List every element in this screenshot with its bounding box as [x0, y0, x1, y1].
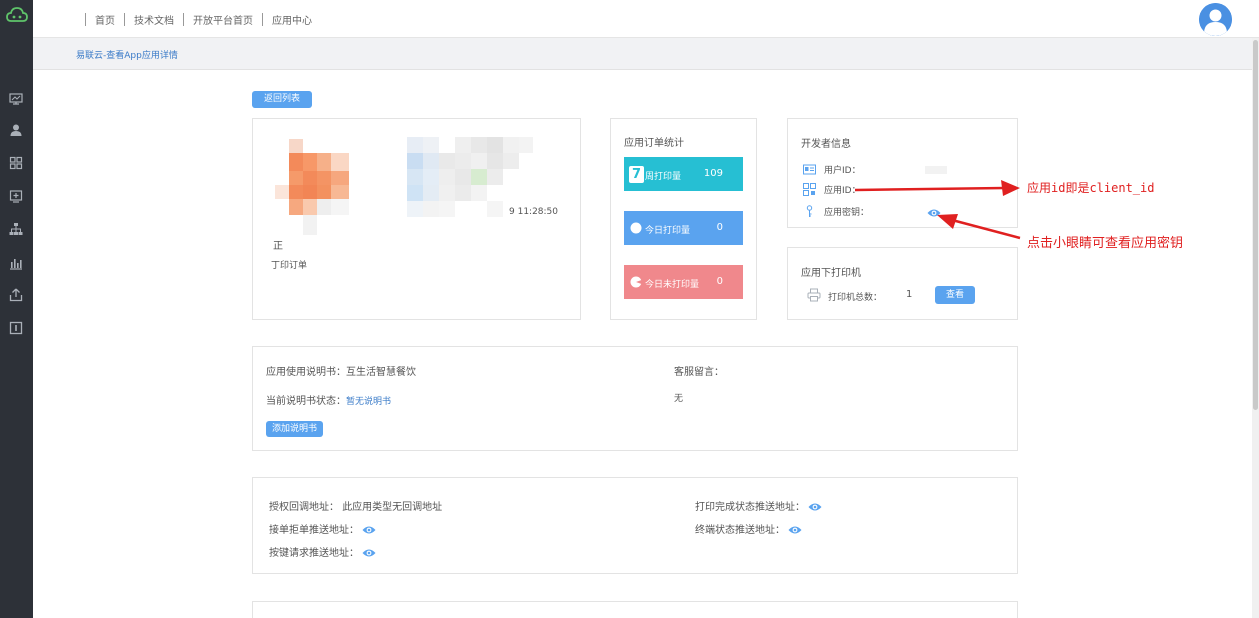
- app-name-fragment: 正: [273, 241, 283, 252]
- monitor-icon[interactable]: [9, 92, 23, 106]
- terminal-callback: 终端状态推送地址：: [695, 521, 802, 536]
- order-stats-title: 应用订单统计: [624, 138, 684, 149]
- breadcrumb-bar: 易联云-查看App应用详情: [33, 38, 1259, 70]
- today-unprinted-value: 0: [716, 276, 723, 287]
- breadcrumb[interactable]: 易联云-查看App应用详情: [76, 48, 178, 61]
- printer-icon: [807, 288, 821, 302]
- avatar[interactable]: [1199, 3, 1232, 36]
- next-card-partial: [252, 601, 1018, 618]
- nav-separator: [85, 13, 86, 26]
- order-stats-card: 应用订单统计 7 周打印量 109 今日打印量 0 今日未打印量 0: [610, 118, 757, 320]
- scrollbar-thumb[interactable]: [1253, 40, 1258, 410]
- app-id-annotation: 应用id即是client_id: [1027, 181, 1155, 195]
- show-key-url-eye-icon[interactable]: [362, 548, 376, 558]
- weekly-print-value: 109: [703, 168, 723, 179]
- print-done-callback: 打印完成状态推送地址：: [695, 498, 822, 513]
- info-box-icon[interactable]: [9, 321, 23, 335]
- reject-callback-label: 接单拒单推送地址：: [269, 525, 359, 536]
- manual-status-link[interactable]: 暂无说明书: [346, 397, 391, 407]
- user-icon[interactable]: [9, 123, 23, 137]
- upload-icon[interactable]: [9, 288, 23, 302]
- top-nav: 首页 技术文档 开放平台首页 应用中心: [76, 12, 312, 27]
- nav-app-center[interactable]: 应用中心: [272, 12, 312, 27]
- user-id-row: 用户ID：: [803, 163, 861, 176]
- service-message-label: 客服留言：: [674, 367, 724, 378]
- app-secret-label: 应用密钥：: [824, 208, 870, 218]
- nav-tech-docs[interactable]: 技术文档: [134, 12, 174, 27]
- callback-card: 授权回调地址： 此应用类型无回调地址 接单拒单推送地址： 按键请求推送地址： 打…: [252, 477, 1018, 574]
- developer-info-card: 开发者信息 用户ID： 应用ID： 应用密钥：: [787, 118, 1018, 228]
- show-print-done-url-eye-icon[interactable]: [808, 502, 822, 512]
- add-box-icon[interactable]: [9, 189, 23, 203]
- key-icon: [803, 205, 816, 218]
- nav-separator: [183, 13, 184, 26]
- back-to-list-button[interactable]: 返回列表: [252, 91, 312, 108]
- app-id-label: 应用ID：: [824, 186, 861, 196]
- circle-icon: [630, 222, 642, 234]
- user-id-value-masked: [925, 166, 947, 174]
- vertical-scrollbar[interactable]: [1252, 38, 1259, 618]
- app-id-row: 应用ID：: [803, 183, 861, 196]
- eye-annotation: 点击小眼睛可查看应用密钥: [1027, 236, 1184, 251]
- pie-icon: [630, 276, 642, 288]
- blurred-app-logo: [273, 139, 353, 249]
- today-print-stat[interactable]: 今日打印量 0: [624, 211, 743, 245]
- view-printers-button[interactable]: 查看: [935, 286, 975, 304]
- service-message-value: 无: [674, 394, 684, 404]
- show-terminal-url-eye-icon[interactable]: [788, 525, 802, 535]
- key-callback-label: 按键请求推送地址：: [269, 548, 359, 559]
- auth-callback: 授权回调地址： 此应用类型无回调地址: [269, 498, 442, 513]
- nav-home[interactable]: 首页: [95, 12, 115, 27]
- nav-open-platform-home[interactable]: 开放平台首页: [193, 12, 253, 27]
- key-callback: 按键请求推送地址：: [269, 544, 376, 559]
- today-print-label: 今日打印量: [645, 226, 691, 236]
- today-unprinted-stat[interactable]: 今日未打印量 0: [624, 265, 743, 299]
- developer-info-title: 开发者信息: [801, 139, 851, 150]
- auth-callback-label: 授权回调地址：: [269, 502, 339, 513]
- reject-callback: 接单拒单推送地址：: [269, 521, 376, 536]
- cloud-logo-icon[interactable]: [6, 6, 28, 24]
- app-description-fragment: 丁印订单: [271, 261, 308, 271]
- manual-title: 应用使用说明书：互生活智慧餐饮: [266, 367, 416, 378]
- today-unprinted-label: 今日未打印量: [645, 280, 700, 290]
- bar-chart-icon[interactable]: [9, 256, 23, 270]
- nav-separator: [124, 13, 125, 26]
- user-id-label: 用户ID：: [824, 166, 861, 176]
- today-print-value: 0: [716, 222, 723, 233]
- print-done-callback-label: 打印完成状态推送地址：: [695, 502, 805, 513]
- app-created-time: 9 11:28:50: [509, 207, 559, 217]
- manual-status-label: 当前说明书状态：: [266, 396, 346, 407]
- printers-title: 应用下打印机: [801, 268, 861, 279]
- printer-total-value: 1: [906, 289, 913, 300]
- top-bar: 首页 技术文档 开放平台首页 应用中心: [33, 0, 1259, 38]
- manual-status: 当前说明书状态：暂无说明书: [266, 392, 391, 407]
- weekly-print-label: 周打印量: [645, 172, 682, 182]
- user-avatar-icon: [1199, 3, 1232, 36]
- calendar-7-icon: 7: [629, 166, 644, 183]
- show-reject-url-eye-icon[interactable]: [362, 525, 376, 535]
- app-secret-row: 应用密钥：: [803, 205, 869, 218]
- weekly-print-stat[interactable]: 7 周打印量 109: [624, 157, 743, 191]
- printers-card: 应用下打印机 打印机总数： 1 查看: [787, 247, 1018, 320]
- printer-total-label: 打印机总数：: [828, 293, 883, 303]
- terminal-callback-label: 终端状态推送地址：: [695, 525, 785, 536]
- show-secret-eye-icon[interactable]: [927, 208, 941, 218]
- app-info-card: 9 11:28:50 正 丁印订单: [252, 118, 581, 320]
- sitemap-icon[interactable]: [9, 222, 23, 236]
- manual-card: 应用使用说明书：互生活智慧餐饮 当前说明书状态：暂无说明书 添加说明书 客服留言…: [252, 346, 1018, 451]
- id-card-icon: [803, 163, 816, 176]
- qr-code-icon: [803, 183, 816, 196]
- nav-separator: [262, 13, 263, 26]
- auth-callback-value: 此应用类型无回调地址: [342, 502, 443, 513]
- add-manual-button[interactable]: 添加说明书: [266, 421, 323, 437]
- sidebar: [0, 0, 33, 618]
- grid-icon[interactable]: [9, 156, 23, 170]
